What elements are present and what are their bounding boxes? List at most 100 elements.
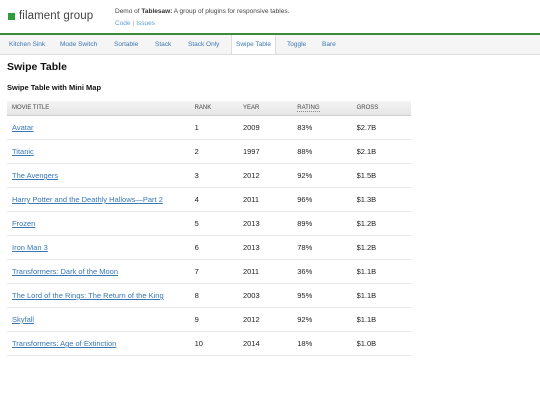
rank-cell: 2 xyxy=(189,139,243,164)
rank-cell: 5 xyxy=(189,211,243,236)
rank-cell: 1 xyxy=(189,115,243,140)
year-cell: 2014 xyxy=(242,331,298,356)
year-cell: 2012 xyxy=(242,307,298,332)
title-cell: Transformers: Dark of the Moon xyxy=(7,259,190,284)
rating-cell: 88% xyxy=(297,139,357,164)
title-cell: The Avengers xyxy=(7,163,190,188)
col-header-title[interactable]: Movie Title xyxy=(7,101,190,116)
table-row: The Lord of the Rings: The Return of the… xyxy=(7,283,411,308)
movie-title-link[interactable]: Titanic xyxy=(12,147,34,156)
movie-title-link[interactable]: Avatar xyxy=(12,123,34,132)
table-row: Transformers: Age of Extinction 10 2014 18%… xyxy=(7,331,411,356)
nav-swipe-table[interactable]: Swipe Table xyxy=(231,35,276,54)
movie-title-link[interactable]: Skyfall xyxy=(12,315,34,324)
table-row: Iron Man 3 6 2013 78% $1.2B xyxy=(7,235,411,260)
demo-prefix: Demo of xyxy=(115,8,142,15)
logo-text: filament group xyxy=(19,10,94,22)
gross-cell: $1.5B xyxy=(356,163,411,188)
gross-cell: $1.2B xyxy=(356,211,411,236)
col-header-year[interactable]: Year xyxy=(242,101,298,116)
movie-title-link[interactable]: Frozen xyxy=(12,219,35,228)
rating-cell: 78% xyxy=(297,235,357,260)
page-title: Swipe Table xyxy=(7,61,67,73)
logo-square-icon xyxy=(8,12,15,20)
gross-cell: $1.2B xyxy=(356,235,411,260)
nav-mode-switch[interactable]: Mode Switch xyxy=(60,35,97,54)
gross-cell: $2.1B xyxy=(356,139,411,164)
title-cell: Titanic xyxy=(7,139,190,164)
demo-description: Demo of Tablesaw: A group of plugins for… xyxy=(115,8,289,15)
rank-cell: 7 xyxy=(189,259,243,284)
col-header-rating[interactable]: Rating xyxy=(297,101,357,116)
issues-link[interactable]: Issues xyxy=(136,20,155,27)
title-cell: Iron Man 3 xyxy=(7,235,190,260)
rating-cell: 92% xyxy=(297,163,357,188)
rank-cell: 6 xyxy=(189,235,243,260)
year-cell: 2003 xyxy=(242,283,298,308)
link-separator: | xyxy=(132,20,135,27)
rating-cell: 36% xyxy=(297,259,357,284)
col-header-gross[interactable]: Gross xyxy=(356,101,411,116)
gross-cell: $2.7B xyxy=(356,115,411,140)
table-row: Titanic 2 1997 88% $2.1B xyxy=(7,139,411,164)
table-row: Frozen 5 2013 89% $1.2B xyxy=(7,211,411,236)
gross-cell: $1.3B xyxy=(356,187,411,212)
title-cell: Frozen xyxy=(7,211,190,236)
title-cell: The Lord of the Rings: The Return of the… xyxy=(7,283,190,308)
site-header: filament group Demo of Tablesaw: A group… xyxy=(0,0,540,33)
nav-stack[interactable]: Stack xyxy=(155,35,171,54)
rating-cell: 96% xyxy=(297,187,357,212)
rating-cell: 83% xyxy=(297,115,357,140)
movie-title-link[interactable]: Transformers: Age of Extinction xyxy=(12,339,116,348)
demo-name: Tablesaw: xyxy=(141,8,173,15)
demo-links: Code | Issues xyxy=(115,20,155,27)
year-cell: 2013 xyxy=(242,235,298,260)
rating-cell: 18% xyxy=(297,331,357,356)
gross-cell: $1.1B xyxy=(356,259,411,284)
year-cell: 2011 xyxy=(242,187,298,212)
table-header-row: Movie Title Rank Year Rating Gross xyxy=(7,101,411,116)
movies-table: Movie Title Rank Year Rating Gross Avata… xyxy=(7,101,411,356)
table-body: Avatar 1 2009 83% $2.7B Titanic 2 1997 88% $2.1B T… xyxy=(7,115,411,356)
table-row: Harry Potter and the Deathly Hallows—Par… xyxy=(7,187,411,212)
nav-toggle[interactable]: Toggle xyxy=(287,35,306,54)
nav-sortable[interactable]: Sortable xyxy=(114,35,138,54)
title-cell: Harry Potter and the Deathly Hallows—Par… xyxy=(7,187,190,212)
rating-cell: 92% xyxy=(297,307,357,332)
table-caption: Swipe Table with Mini Map xyxy=(7,83,102,92)
year-cell: 2009 xyxy=(242,115,298,140)
rank-cell: 9 xyxy=(189,307,243,332)
title-cell: Avatar xyxy=(7,115,190,140)
year-cell: 2012 xyxy=(242,163,298,188)
rank-cell: 10 xyxy=(189,331,243,356)
rating-cell: 89% xyxy=(297,211,357,236)
rating-cell: 95% xyxy=(297,283,357,308)
demo-nav: Kitchen Sink Mode Switch Sortable Stack … xyxy=(0,35,540,55)
rank-cell: 8 xyxy=(189,283,243,308)
rank-cell: 4 xyxy=(189,187,243,212)
table-row: The Avengers 3 2012 92% $1.5B xyxy=(7,163,411,188)
year-cell: 2011 xyxy=(242,259,298,284)
movie-title-link[interactable]: The Avengers xyxy=(12,171,58,180)
gross-cell: $1.1B xyxy=(356,283,411,308)
table-row: Avatar 1 2009 83% $2.7B xyxy=(7,115,411,140)
table-row: Transformers: Dark of the Moon 7 2011 36% $1… xyxy=(7,259,411,284)
table-row: Skyfall 9 2012 92% $1.1B xyxy=(7,307,411,332)
movie-title-link[interactable]: Iron Man 3 xyxy=(12,243,48,252)
title-cell: Transformers: Age of Extinction xyxy=(7,331,190,356)
movie-title-link[interactable]: Harry Potter and the Deathly Hallows—Par… xyxy=(12,195,163,204)
rank-cell: 3 xyxy=(189,163,243,188)
gross-cell: $1.0B xyxy=(356,331,411,356)
nav-kitchen-sink[interactable]: Kitchen Sink xyxy=(9,35,45,54)
filament-group-logo[interactable]: filament group xyxy=(8,10,93,22)
movie-title-link[interactable]: The Lord of the Rings: The Return of the… xyxy=(12,291,164,300)
title-cell: Skyfall xyxy=(7,307,190,332)
year-cell: 2013 xyxy=(242,211,298,236)
nav-stack-only[interactable]: Stack Only xyxy=(188,35,219,54)
col-header-rating-label: Rating xyxy=(297,105,320,112)
nav-bare[interactable]: Bare xyxy=(322,35,336,54)
movie-title-link[interactable]: Transformers: Dark of the Moon xyxy=(12,267,118,276)
year-cell: 1997 xyxy=(242,139,298,164)
code-link[interactable]: Code xyxy=(115,20,131,27)
col-header-rank[interactable]: Rank xyxy=(189,101,243,116)
